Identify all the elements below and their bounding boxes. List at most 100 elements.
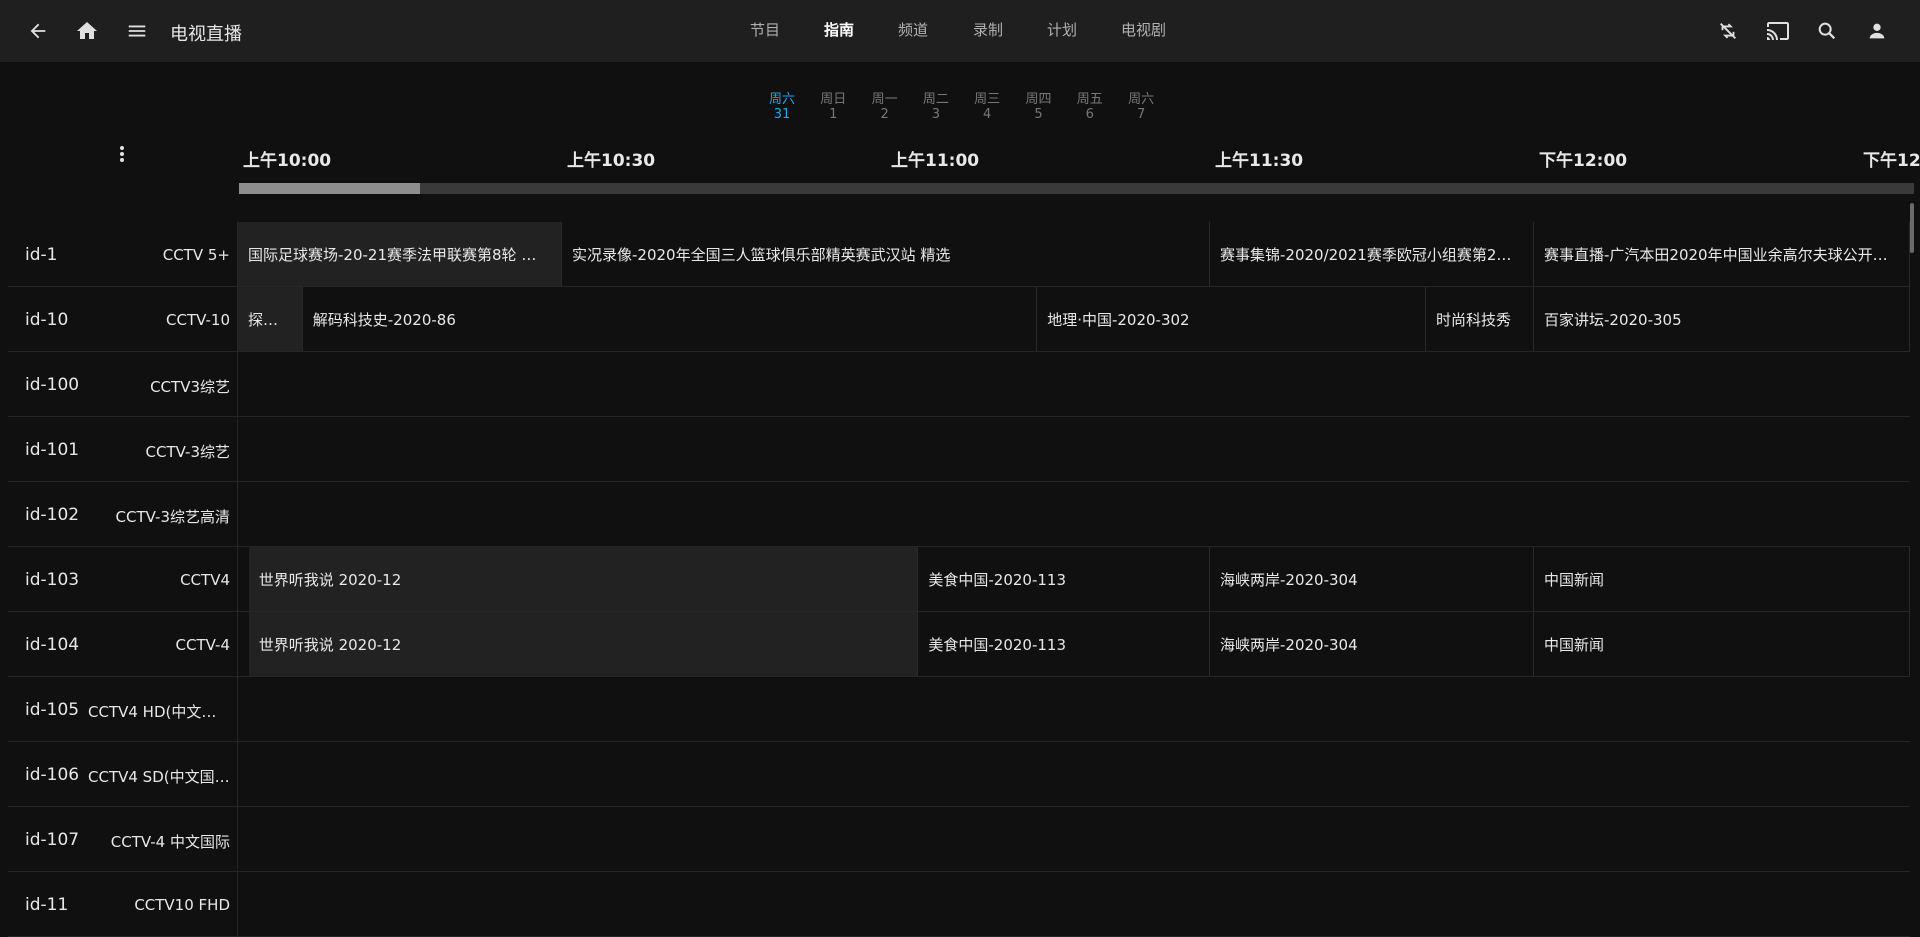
- back-icon[interactable]: [23, 16, 53, 46]
- day-number: 5: [1034, 107, 1043, 122]
- tab-channels[interactable]: 频道: [898, 19, 928, 40]
- page-title: 电视直播: [170, 24, 242, 45]
- channel-id[interactable]: id-1: [25, 245, 57, 265]
- channel-name[interactable]: CCTV-4 中文国际: [88, 831, 230, 852]
- time-slot-label: 上午11:30: [1215, 151, 1304, 171]
- user-icon[interactable]: [1862, 16, 1892, 46]
- channel-row: id-102 CCTV-3综艺高清: [8, 482, 1910, 547]
- time-slot-label: 下午12:00: [1539, 151, 1628, 171]
- channel-id[interactable]: id-106: [25, 765, 79, 785]
- program-cell[interactable]: 解码科技史-2020-86: [303, 287, 1038, 351]
- channel-separator: [237, 482, 238, 547]
- channel-name[interactable]: CCTV-3综艺: [88, 441, 230, 462]
- program-title: 赛事直播-广汽本田2020年中国业余高尔夫球公开赛-第一轮: [1544, 245, 1899, 264]
- day-tab[interactable]: 周二 3: [916, 92, 956, 122]
- day-tab[interactable]: 周六 31: [762, 92, 802, 122]
- channel-row: id-1 CCTV 5+ 国际足球赛场-20-21赛季法甲联赛第8轮 里昂-洛里昂 实…: [8, 222, 1910, 287]
- program-title: 探索发现: [248, 310, 292, 329]
- cast-icon[interactable]: [1763, 16, 1793, 46]
- day-name: 周二: [922, 92, 949, 107]
- day-tab[interactable]: 周日 1: [813, 92, 853, 122]
- channel-row: id-106 CCTV4 SD(中文国际): [8, 742, 1910, 807]
- channel-name[interactable]: CCTV10 FHD: [88, 896, 230, 914]
- day-name: 周六: [768, 92, 795, 107]
- channel-id[interactable]: id-105: [25, 700, 79, 720]
- day-tab[interactable]: 周三 4: [967, 92, 1007, 122]
- program-cell[interactable]: 探索发现: [238, 287, 303, 351]
- channel-separator: [237, 352, 238, 417]
- top-app-bar: 电视直播: [0, 0, 1920, 62]
- channel-id[interactable]: id-104: [25, 635, 79, 655]
- channel-name[interactable]: CCTV 5+: [88, 246, 230, 264]
- channel-row: id-10 CCTV-10 探索发现 解码科技史-2020-86 地理·中国-2020-…: [8, 287, 1910, 352]
- day-tab[interactable]: 周五 6: [1070, 92, 1110, 122]
- day-number: 2: [880, 107, 889, 122]
- program-cell[interactable]: 实况录像-2020年全国三人篮球俱乐部精英赛武汉站 精选: [562, 222, 1210, 286]
- tab-series[interactable]: 电视剧: [1121, 19, 1166, 40]
- program-title: 解码科技史-2020-86: [312, 310, 456, 329]
- channel-separator: [237, 807, 238, 872]
- channel-id[interactable]: id-11: [25, 895, 68, 915]
- horizontal-scrollbar-thumb[interactable]: [239, 183, 420, 194]
- time-slot-label: 上午11:00: [891, 151, 980, 171]
- program-cell[interactable]: 地理·中国-2020-302: [1037, 287, 1426, 351]
- day-number: 4: [983, 107, 992, 122]
- program-cell[interactable]: 中国新闻: [1534, 612, 1910, 676]
- program-cell[interactable]: 世界听我说 2020-12: [248, 547, 919, 611]
- channel-name[interactable]: CCTV4 SD(中文国际): [88, 766, 230, 787]
- program-cell[interactable]: 赛事集锦-2020/2021赛季欧冠小组赛第2轮集锦: [1210, 222, 1534, 286]
- program-title: 美食中国-2020-113: [928, 570, 1067, 589]
- channel-separator: [237, 417, 238, 482]
- channel-name[interactable]: CCTV-10: [88, 311, 230, 329]
- channel-id[interactable]: id-100: [25, 375, 79, 395]
- day-name: 周三: [974, 92, 1001, 107]
- channel-id[interactable]: id-101: [25, 440, 79, 460]
- channel-name[interactable]: CCTV3综艺: [88, 376, 230, 397]
- channel-separator: [237, 677, 238, 742]
- time-slot-label: 下午12:30: [1863, 151, 1920, 171]
- day-number: 7: [1136, 107, 1146, 122]
- channel-name[interactable]: CCTV4: [88, 571, 230, 589]
- time-slot-label: 上午10:00: [243, 151, 332, 171]
- day-number: 3: [931, 107, 941, 122]
- vertical-scrollbar-thumb[interactable]: [1910, 203, 1914, 253]
- time-header: 上午10:00 上午10:30 上午11:00 上午11:30 下午12:00 下午12:…: [239, 140, 1920, 172]
- home-icon[interactable]: [72, 16, 102, 46]
- tab-programs[interactable]: 节目: [750, 19, 780, 40]
- sync-disabled-icon[interactable]: [1713, 16, 1743, 46]
- channel-id[interactable]: id-103: [25, 570, 79, 590]
- tab-recordings[interactable]: 录制: [973, 19, 1003, 40]
- program-cell[interactable]: 海峡两岸-2020-304: [1210, 612, 1534, 676]
- program-cell[interactable]: 美食中国-2020-113: [918, 612, 1210, 676]
- day-tab[interactable]: 周六 7: [1121, 92, 1161, 122]
- more-options-icon[interactable]: [112, 142, 132, 166]
- menu-icon[interactable]: [122, 16, 152, 46]
- program-cell[interactable]: 海峡两岸-2020-304: [1210, 547, 1534, 611]
- channel-row: id-103 CCTV4 世界听我说 2020-12 美食中国-2020-113 海峡两…: [8, 547, 1910, 612]
- program-title: 中国新闻: [1544, 570, 1605, 589]
- channel-name[interactable]: CCTV-4: [88, 636, 230, 654]
- day-name: 周六: [1128, 92, 1155, 107]
- program-guide-grid: id-1 CCTV 5+ 国际足球赛场-20-21赛季法甲联赛第8轮 里昂-洛里昂 实…: [8, 222, 1910, 937]
- channel-id[interactable]: id-10: [25, 310, 68, 330]
- program-cell[interactable]: 世界听我说 2020-12: [248, 612, 919, 676]
- program-cell[interactable]: 百家讲坛-2020-305: [1534, 287, 1910, 351]
- day-tab[interactable]: 周四 5: [1019, 92, 1059, 122]
- day-number: 31: [773, 107, 791, 122]
- channel-id[interactable]: id-102: [25, 505, 79, 525]
- program-title: 地理·中国-2020-302: [1047, 310, 1190, 329]
- horizontal-scrollbar[interactable]: [239, 183, 1914, 194]
- tab-guide[interactable]: 指南: [824, 19, 854, 40]
- channel-name[interactable]: CCTV-3综艺高清: [88, 506, 230, 527]
- channel-name[interactable]: CCTV4 HD(中文国际): [88, 701, 230, 722]
- search-icon[interactable]: [1812, 16, 1842, 46]
- program-cell[interactable]: 赛事直播-广汽本田2020年中国业余高尔夫球公开赛-第一轮: [1534, 222, 1910, 286]
- program-cell[interactable]: 美食中国-2020-113: [918, 547, 1210, 611]
- program-cell[interactable]: 时尚科技秀: [1426, 287, 1534, 351]
- day-tab[interactable]: 周一 2: [865, 92, 905, 122]
- channel-row: id-11 CCTV10 FHD: [8, 872, 1910, 937]
- program-cell[interactable]: 中国新闻: [1534, 547, 1910, 611]
- program-cell[interactable]: 国际足球赛场-20-21赛季法甲联赛第8轮 里昂-洛里昂: [238, 222, 562, 286]
- channel-id[interactable]: id-107: [25, 830, 79, 850]
- tab-schedule[interactable]: 计划: [1047, 19, 1077, 40]
